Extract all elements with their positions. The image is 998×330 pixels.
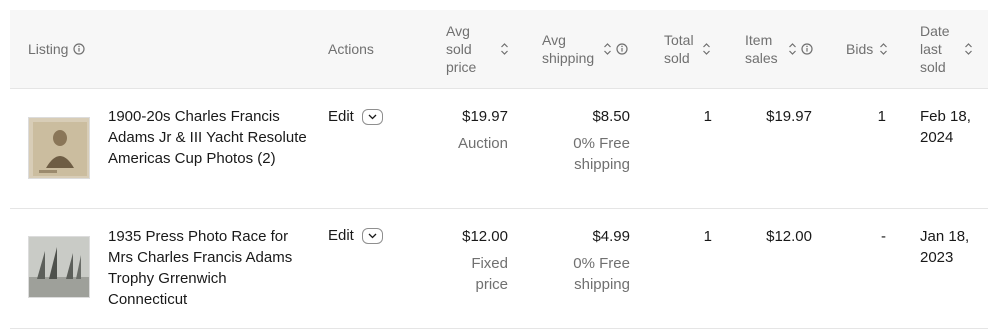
edit-action: Edit — [328, 225, 383, 246]
sort-icon[interactable] — [500, 42, 509, 56]
listing-thumbnail[interactable] — [28, 117, 90, 179]
item-sales-value: $19.97 — [766, 108, 812, 125]
info-icon[interactable] — [801, 43, 813, 55]
edit-button[interactable]: Edit — [328, 106, 354, 127]
avg-shipping-value: $8.50 — [592, 108, 630, 125]
column-label-line: sales — [745, 50, 778, 66]
listing-title[interactable]: 1900-20s Charles Francis Adams Jr & III … — [108, 106, 308, 169]
avg-sold-price-value: $12.00 — [462, 228, 508, 245]
chevron-down-icon — [368, 114, 377, 119]
column-label-line: Avg — [446, 23, 470, 39]
column-label-line: Total — [664, 32, 694, 48]
total-sold-value: 1 — [703, 228, 712, 245]
column-date-last-sold[interactable]: Date last sold — [920, 22, 973, 76]
column-listing-label: Listing — [28, 41, 69, 57]
column-actions: Actions — [328, 40, 374, 58]
listing-format: Fixed price — [471, 255, 508, 293]
column-label-line: sold — [920, 59, 946, 75]
table-row: 1900-20s Charles Francis Adams Jr & III … — [10, 89, 988, 209]
column-label-line: Item — [745, 32, 773, 48]
shipping-note: 0% Free shipping — [573, 135, 630, 173]
bids-value: 1 — [877, 108, 886, 125]
sort-icon[interactable] — [702, 42, 711, 56]
column-total-sold[interactable]: Total sold — [664, 31, 711, 67]
listing-title[interactable]: 1935 Press Photo Race for Mrs Charles Fr… — [108, 226, 308, 310]
column-listing: Listing — [28, 40, 86, 58]
photo-thumbnail-image — [29, 237, 89, 297]
avg-shipping-value: $4.99 — [592, 228, 630, 245]
bids-value: - — [881, 228, 886, 245]
shipping-note: 0% Free shipping — [573, 255, 630, 293]
column-label-line: sold — [664, 50, 690, 66]
sort-icon[interactable] — [788, 42, 797, 56]
column-bids[interactable]: Bids — [846, 40, 888, 58]
column-label-line: last — [920, 41, 942, 57]
column-avg-shipping[interactable]: Avg shipping — [542, 31, 628, 67]
total-sold-value: 1 — [703, 108, 712, 125]
sort-icon[interactable] — [879, 42, 888, 56]
item-sales-value: $12.00 — [766, 228, 812, 245]
sort-icon[interactable] — [603, 42, 612, 56]
column-label-line: Avg — [542, 32, 566, 48]
listing-format: Auction — [457, 135, 508, 152]
column-item-sales[interactable]: Item sales — [745, 31, 813, 67]
sold-listings-table: Listing Actions Avg sold price Avg shipp… — [0, 0, 998, 330]
column-actions-label: Actions — [328, 41, 374, 57]
avg-sold-price-value: $19.97 — [462, 108, 508, 125]
photo-thumbnail-image — [29, 118, 89, 178]
table-header: Listing Actions Avg sold price Avg shipp… — [10, 10, 988, 89]
column-label-line: price — [446, 59, 477, 75]
date-last-sold-value: Jan 18, 2023 — [920, 228, 970, 266]
column-label-line: sold — [446, 41, 472, 57]
table-row: 1935 Press Photo Race for Mrs Charles Fr… — [10, 209, 988, 329]
chevron-down-icon — [368, 233, 377, 238]
edit-action: Edit — [328, 106, 383, 127]
column-label-line: shipping — [542, 50, 595, 66]
edit-menu-dropdown[interactable] — [361, 108, 383, 125]
edit-button[interactable]: Edit — [328, 225, 354, 246]
sort-icon[interactable] — [964, 42, 973, 56]
column-bids-label: Bids — [846, 41, 874, 57]
info-icon[interactable] — [616, 43, 628, 55]
listing-thumbnail[interactable] — [28, 236, 90, 298]
column-label-line: Date — [920, 23, 950, 39]
info-icon[interactable] — [73, 43, 86, 55]
date-last-sold-value: Feb 18, 2024 — [920, 108, 971, 146]
edit-menu-dropdown[interactable] — [361, 227, 383, 244]
column-avg-sold-price[interactable]: Avg sold price — [446, 22, 509, 76]
